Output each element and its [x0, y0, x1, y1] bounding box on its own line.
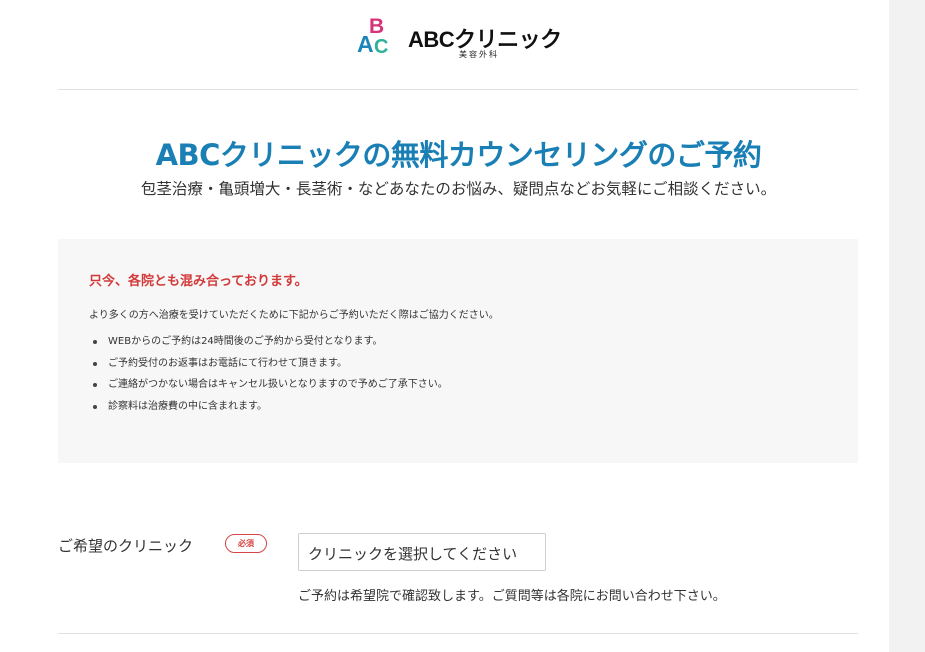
notice-list: WEBからのご予約は24時間後のご予約から受付となります。 ご予約受付のお返事は…	[89, 335, 448, 421]
clinic-logo[interactable]: B A C ABCクリニック 美容外科	[355, 16, 565, 64]
notice-title: 只今、各院とも混み合っております。	[89, 274, 308, 289]
notice-list-item: 診察料は治療費の中に含まれます。	[89, 400, 448, 422]
section-divider	[58, 633, 858, 634]
clinic-field-note: ご予約は希望院で確認致します。ご質問等は各院にお問い合わせ下さい。	[298, 589, 726, 604]
logo-subtitle: 美容外科	[459, 50, 499, 59]
logo-mark-letter-a: A	[357, 31, 374, 57]
site-header: B A C ABCクリニック 美容外科	[58, 0, 858, 90]
notice-description: より多くの方へ治療を受けていただくために下記からご予約いただく際はご協力ください…	[89, 310, 499, 321]
logo-mark: B A C	[355, 16, 405, 62]
clinic-select-value: クリニックを選択してください	[308, 545, 518, 563]
notice-list-item: ご予約受付のお返事はお電話にて行わせて頂きます。	[89, 357, 448, 379]
clinic-field-label: ご希望のクリニック	[58, 537, 194, 555]
page-scroll-gutter	[889, 0, 925, 652]
logo-mark-letter-c: C	[374, 36, 389, 58]
notice-list-item: WEBからのご予約は24時間後のご予約から受付となります。	[89, 335, 448, 357]
clinic-select[interactable]: クリニックを選択してください	[298, 533, 546, 571]
page-subtitle: 包茎治療・亀頭増大・長茎術・などあなたのお悩み、疑問点などお気軽にご相談ください…	[140, 180, 777, 198]
notice-box: 只今、各院とも混み合っております。 より多くの方へ治療を受けていただくために下記…	[58, 239, 858, 463]
page-title: ABCクリニックの無料カウンセリングのご予約	[155, 138, 762, 172]
notice-list-item: ご連絡がつかない場合はキャンセル扱いとなりますので予めご了承下さい。	[89, 378, 448, 400]
required-badge: 必須	[225, 534, 267, 553]
